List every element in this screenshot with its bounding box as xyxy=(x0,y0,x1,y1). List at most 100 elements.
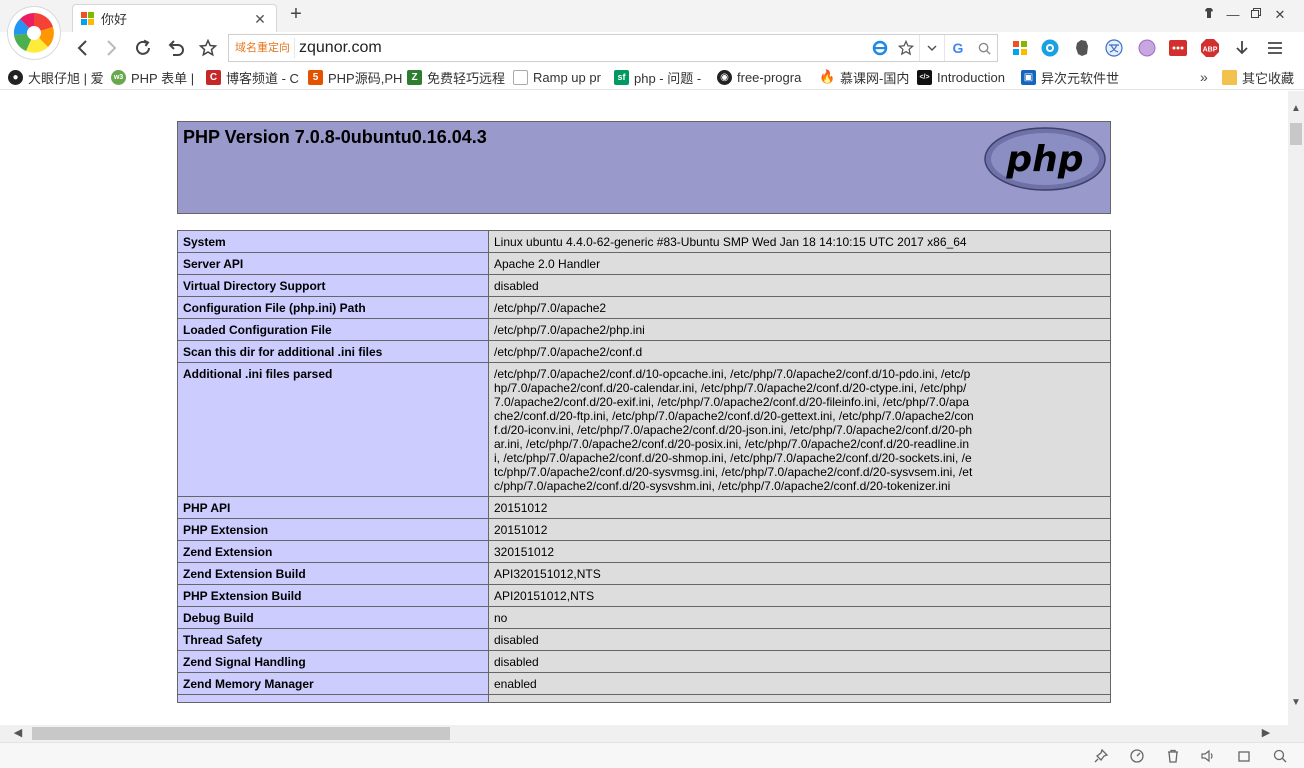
setting-value-text: 20151012 xyxy=(494,501,548,515)
ie-mode-icon[interactable] xyxy=(867,35,893,61)
table-row: Zend Extension 320151012 xyxy=(177,540,1111,563)
bookmark-item[interactable]: ● 大眼仔旭 | 爱 xyxy=(8,68,104,86)
folder-icon xyxy=(1222,69,1237,85)
address-bar[interactable]: 域名重定向 zqunor.com G xyxy=(228,34,998,62)
bookmark-item[interactable]: </> Introduction xyxy=(917,68,1005,86)
google-search-icon[interactable]: G xyxy=(945,35,971,61)
vertical-scroll-thumb[interactable] xyxy=(1290,123,1302,145)
skin-icon[interactable] xyxy=(1200,6,1218,24)
close-tab-icon[interactable]: ✕ xyxy=(252,11,268,27)
bookmark-label: php - 问题 - xyxy=(634,70,702,86)
setting-key: Zend Memory Manager xyxy=(177,672,489,695)
setting-value: /etc/php/7.0/apache2/php.ini xyxy=(488,318,1111,341)
bookmark-item[interactable]: 5 PHP源码,PH xyxy=(308,68,402,86)
undo-close-tab-icon[interactable] xyxy=(165,37,187,59)
setting-value: disabled xyxy=(488,274,1111,297)
setting-value: API320151012,NTS xyxy=(488,562,1111,585)
bookmark-item[interactable]: C 博客频道 - C xyxy=(206,68,299,86)
bookmark-label: 博客频道 - C xyxy=(226,70,299,86)
software-favicon-icon: ▣ xyxy=(1021,69,1036,85)
php-version-header: PHP Version 7.0.8-0ubuntu0.16.04.3 php xyxy=(177,121,1111,214)
bookmark-item[interactable]: ◉ free-progra xyxy=(717,68,801,86)
table-row: PHP API 20151012 xyxy=(177,496,1111,519)
scroll-left-icon[interactable]: ◀ xyxy=(10,725,26,742)
evernote-icon[interactable] xyxy=(1072,38,1092,58)
menu-icon[interactable] xyxy=(1265,38,1285,58)
setting-value: /etc/php/7.0/apache2/conf.d/10-opcache.i… xyxy=(488,362,1111,497)
browser-logo-icon[interactable] xyxy=(8,7,60,59)
bookmark-label: 慕课网-国内 xyxy=(840,70,910,86)
svg-text:ABP: ABP xyxy=(1203,47,1218,54)
setting-key: PHP API xyxy=(177,496,489,519)
tab-strip: 你好 ✕ + — ✕ xyxy=(0,0,1304,32)
adblock-icon[interactable]: ABP xyxy=(1200,38,1220,58)
more-bookmarks-button[interactable]: » xyxy=(1200,68,1208,86)
translate-extension-icon[interactable] xyxy=(1104,38,1124,58)
back-icon[interactable] xyxy=(72,37,94,59)
setting-value-text: /etc/php/7.0/apache2/conf.d xyxy=(494,345,643,359)
bookmark-star-icon[interactable] xyxy=(197,37,219,59)
setting-key xyxy=(177,694,489,703)
bookmarks-bar: ● 大眼仔旭 | 爱 w3 PHP 表单 | C 博客频道 - C 5 PHP源… xyxy=(0,64,1304,90)
table-row: Zend Memory Manager enabled xyxy=(177,672,1111,695)
table-row: PHP Extension Build API20151012,NTS xyxy=(177,584,1111,607)
status-bar xyxy=(0,742,1304,768)
search-icon[interactable] xyxy=(971,35,997,61)
zoom-icon[interactable] xyxy=(1271,747,1289,765)
pin-icon[interactable] xyxy=(1092,747,1110,765)
purple-extension-icon[interactable] xyxy=(1137,38,1157,58)
address-dropdown-icon[interactable] xyxy=(919,35,945,61)
php-logo-icon[interactable]: php xyxy=(984,127,1106,191)
remote-favicon-icon: Z xyxy=(407,69,422,85)
setting-value-text: Linux ubuntu 4.4.0-62-generic #83-Ubuntu… xyxy=(494,235,967,249)
close-window-icon[interactable]: ✕ xyxy=(1271,6,1289,24)
bookmark-item[interactable]: Z 免费轻巧远程 xyxy=(407,68,505,86)
minimize-icon[interactable]: — xyxy=(1224,6,1242,24)
setting-value: 320151012 xyxy=(488,540,1111,563)
forward-icon[interactable] xyxy=(100,37,122,59)
bookmark-item[interactable]: sf php - 问题 - xyxy=(614,68,701,86)
bookmark-item[interactable]: ▣ 异次元软件世 xyxy=(1021,68,1119,86)
setting-value-text: /etc/php/7.0/apache2/php.ini xyxy=(494,323,645,337)
scroll-up-icon[interactable]: ▲ xyxy=(1288,101,1304,117)
table-row: Loaded Configuration File/etc/php/7.0/ap… xyxy=(177,318,1111,341)
horizontal-scrollbar[interactable]: ◀ ▶ xyxy=(0,725,1288,742)
setting-key: Thread Safety xyxy=(177,628,489,651)
horizontal-scroll-thumb[interactable] xyxy=(32,727,450,740)
other-bookmarks-folder[interactable]: 其它收藏 xyxy=(1222,68,1294,86)
setting-key: Zend Signal Handling xyxy=(177,650,489,673)
vertical-scrollbar[interactable]: ▲ ▼ xyxy=(1288,91,1304,725)
table-row: Server API Apache 2.0 Handler xyxy=(177,252,1111,275)
redirect-label[interactable]: 域名重定向 xyxy=(229,38,295,58)
reload-icon[interactable] xyxy=(132,37,154,59)
setting-value: Linux ubuntu 4.4.0-62-generic #83-Ubuntu… xyxy=(488,230,1111,253)
eye-extension-icon[interactable] xyxy=(1040,38,1060,58)
eye-favicon-icon: ● xyxy=(8,69,23,85)
window-icon[interactable] xyxy=(1235,747,1253,765)
bookmark-item[interactable]: w3 PHP 表单 | xyxy=(111,68,194,86)
url-text[interactable]: zqunor.com xyxy=(295,39,867,57)
bookmark-item[interactable]: Ramp up pr xyxy=(513,68,601,86)
favorite-star-icon[interactable] xyxy=(893,35,919,61)
maximize-icon[interactable] xyxy=(1247,6,1265,24)
more-extension-icon[interactable] xyxy=(1168,38,1188,58)
trash-icon[interactable] xyxy=(1164,747,1182,765)
bookmark-label: free-progra xyxy=(737,69,802,85)
csdn-favicon-icon: C xyxy=(206,69,221,85)
tab-active[interactable]: 你好 ✕ xyxy=(72,4,277,32)
setting-value-text: API20151012,NTS xyxy=(494,589,595,603)
new-tab-button[interactable]: + xyxy=(285,4,307,26)
table-row: System Linux ubuntu 4.4.0-62-generic #83-… xyxy=(177,230,1111,253)
setting-value: disabled xyxy=(488,650,1111,673)
phpinfo-table: System Linux ubuntu 4.4.0-62-generic #83-… xyxy=(177,230,1111,703)
bookmark-label: PHP 表单 | xyxy=(131,70,195,86)
apps-grid-icon[interactable] xyxy=(1010,38,1030,58)
speed-icon[interactable] xyxy=(1128,747,1146,765)
scroll-right-icon[interactable]: ▶ xyxy=(1258,725,1274,742)
github-favicon-icon: ◉ xyxy=(717,69,732,85)
scroll-down-icon[interactable]: ▼ xyxy=(1288,695,1304,711)
bookmark-item[interactable]: 🔥 慕课网-国内 xyxy=(819,68,910,86)
download-icon[interactable] xyxy=(1232,38,1252,58)
volume-icon[interactable] xyxy=(1199,747,1217,765)
table-row: Zend Extension Build API320151012,NTS xyxy=(177,562,1111,585)
